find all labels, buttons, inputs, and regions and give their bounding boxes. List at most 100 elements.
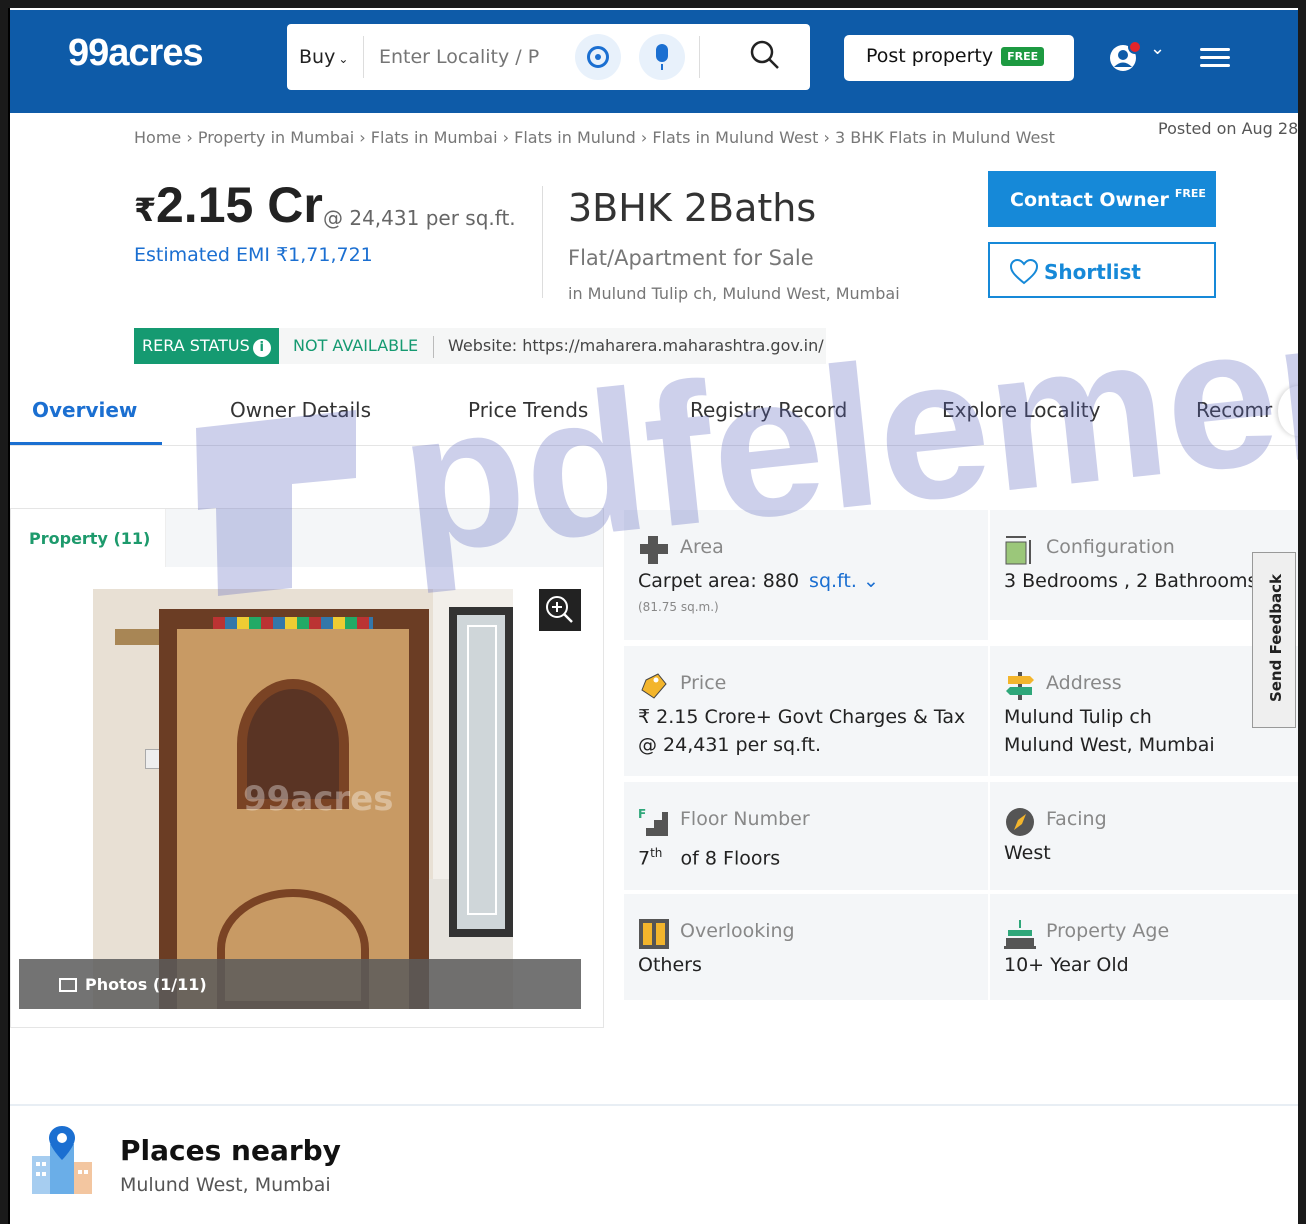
photo-window [449,607,513,937]
area-label: Area [680,536,724,558]
floor-icon: F [638,807,668,836]
price-per-sqft: @ 24,431 per sq.ft. [323,206,516,230]
listing-type: Flat/Apartment for Sale [568,246,814,270]
search-bar: Buy ⌄ [287,24,810,90]
price-total: ₹ 2.15 Crore+ Govt Charges & Tax [638,706,966,728]
unit-dropdown[interactable]: sq.ft. ⌄ [809,570,879,592]
chevron-down-icon[interactable]: ⌄ [1150,38,1165,59]
property-age-value: 10+ Year Old [1004,954,1129,976]
posted-date: Posted on Aug 28 [1158,119,1298,138]
breadcrumb[interactable]: Home › Property in Mumbai › Flats in Mum… [134,128,1055,147]
post-property-label: Post property [866,45,994,67]
compass-icon [1006,808,1034,836]
send-feedback-label: Send Feedback [1267,573,1285,703]
detail-price: Price ₹ 2.15 Crore+ Govt Charges & Tax @ … [624,646,988,776]
divider [542,186,543,298]
section-tabs: Overview Owner Details Price Trends Regi… [10,386,1298,446]
area-icon [640,536,668,564]
unit-label: sq.ft. [809,570,857,592]
svg-text:F: F [638,807,646,821]
building-age-icon [1004,920,1036,949]
estimated-emi-link[interactable]: Estimated EMI ₹1,71,721 [134,244,373,266]
shortlist-label: Shortlist [1044,260,1141,284]
chevron-down-icon: ⌄ [338,52,349,66]
tab-recommendations[interactable]: Recomr [1196,398,1272,422]
price-per-sqft-detail: @ 24,431 per sq.ft. [638,734,822,756]
gallery-tab-property[interactable]: Property (11) [11,509,166,567]
free-badge: FREE [1001,47,1045,66]
contact-owner-button[interactable]: Contact Owner FREE [988,171,1216,227]
buy-dropdown[interactable]: Buy ⌄ [299,46,348,68]
detail-floor: F Floor Number 7th of 8 Floors [624,782,988,890]
configuration-value: 3 Bedrooms , 2 Bathrooms [1004,570,1258,592]
search-input[interactable] [379,42,539,72]
facing-label: Facing [1046,808,1107,830]
tab-price-trends[interactable]: Price Trends [468,398,588,422]
detail-overlooking: Overlooking Others [624,894,988,1000]
send-feedback-button[interactable]: Send Feedback [1252,552,1296,728]
post-property-button[interactable]: Post property FREE [844,35,1074,81]
property-photo[interactable]: 99acres [93,589,513,1009]
divider [433,336,434,358]
user-account-icon[interactable] [1108,40,1142,74]
overlooking-label: Overlooking [680,920,795,942]
window-icon [639,919,669,949]
rera-website[interactable]: Website: https://maharera.maharashtra.go… [448,336,824,355]
microphone-icon [656,44,668,70]
floor-total: of 8 Floors [680,847,781,870]
detail-property-age: Property Age 10+ Year Old [990,894,1298,1000]
heart-icon [1010,259,1038,285]
tabs-scroll-right-button[interactable] [1278,386,1298,436]
overlooking-value: Others [638,954,702,976]
price-tag-icon [641,673,667,699]
locate-button[interactable] [575,34,621,80]
shortlist-button[interactable]: Shortlist [988,242,1216,298]
voice-search-button[interactable] [639,34,685,80]
photo-flags [213,617,373,629]
places-nearby-subtitle: Mulund West, Mumbai [120,1174,331,1196]
info-icon[interactable]: i [252,339,271,357]
area-sqm: (81.75 sq.m.) [638,600,719,614]
tab-explore-locality[interactable]: Explore Locality [942,398,1100,422]
photo-door [177,629,409,1009]
detail-area: Area Carpet area: 880 sq.ft. ⌄ (81.75 sq.… [624,510,988,640]
photo-watermark: 99acres [243,779,394,819]
rera-status-label: RERA STATUS [142,336,250,355]
tab-owner-details[interactable]: Owner Details [230,398,371,422]
hamburger-menu-icon[interactable] [1200,48,1230,68]
tab-registry-record[interactable]: Registry Record [690,398,847,422]
divider [10,1104,1298,1106]
address-value: Mulund Tulip ch Mulund West, Mumbai [1004,703,1215,759]
buy-label: Buy [299,46,336,68]
price-label: Price [680,672,727,694]
logo[interactable]: 99acres [68,32,204,75]
browser-viewport: 99acres Buy⌄ Post propertyFREE ⌄ Home › … [8,8,1298,1224]
zoom-in-icon[interactable] [539,589,581,631]
floor-number: 7 [638,847,651,870]
tab-overview[interactable]: Overview [32,398,137,422]
signpost-icon [1006,672,1034,700]
rera-status-value: NOT AVAILABLE [293,336,419,355]
search-icon[interactable] [749,39,781,71]
configuration-icon [1005,536,1031,565]
gallery-tab-bar [166,509,603,567]
floor-label: Floor Number [680,808,810,830]
area-value: Carpet area: 880 sq.ft. ⌄ [638,567,879,595]
detail-facing: Facing West [990,782,1298,890]
listing-location: in Mulund Tulip ch, Mulund West, Mumbai [568,284,900,303]
photos-count-bar[interactable]: Photos (1/11) [19,959,581,1009]
locate-icon [587,46,609,68]
address-line-2: Mulund West, Mumbai [1004,734,1215,756]
photo-nameplate [115,629,165,645]
contact-owner-label: Contact Owner [1010,189,1169,211]
floor-suffix: th [650,846,663,860]
free-badge: FREE [1174,187,1206,200]
image-icon [59,978,77,992]
currency-symbol: ₹ [134,191,157,229]
address-label: Address [1046,672,1122,694]
floor-value: 7th of 8 Floors [638,839,780,872]
photos-count: Photos (1/11) [85,975,207,994]
rera-status-badge: RERA STATUS i [134,328,279,364]
active-tab-indicator [10,442,162,445]
places-nearby-icon [32,1126,92,1194]
